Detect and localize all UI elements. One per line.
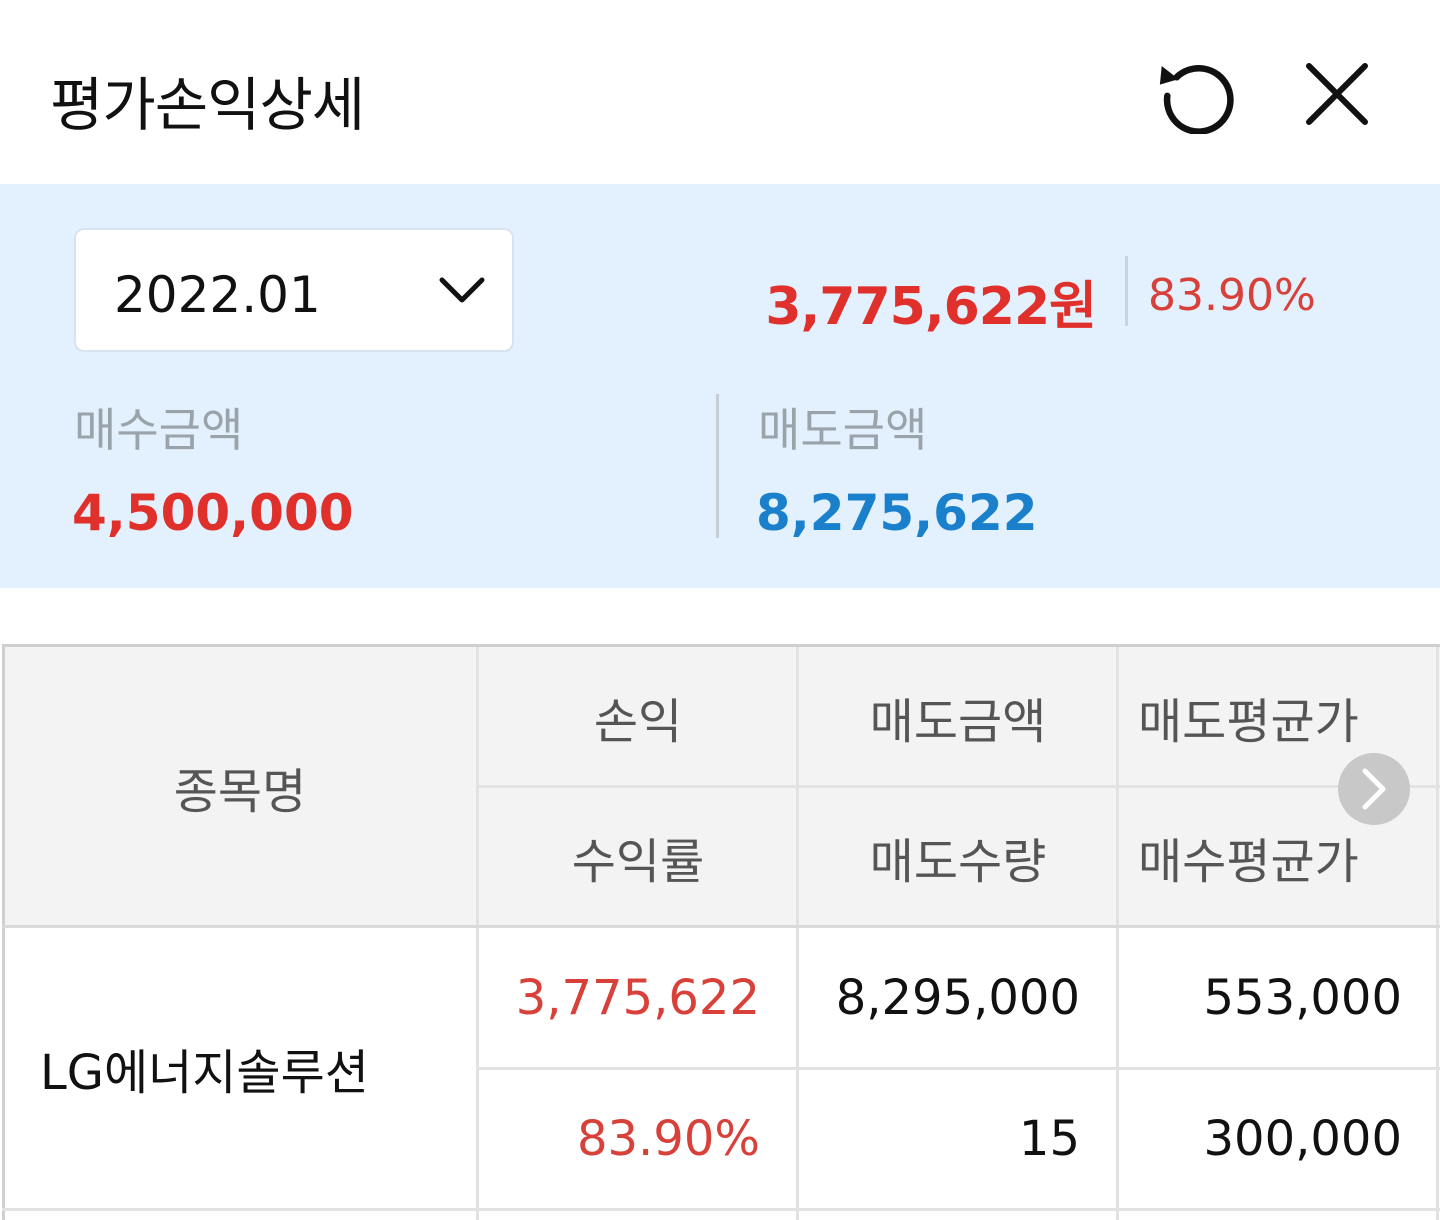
grid-line	[1116, 647, 1119, 1220]
grid-line	[478, 785, 1440, 788]
col-header-name: 종목명	[2, 647, 478, 927]
divider	[716, 394, 719, 538]
sell-amount-value: 8,275,622	[756, 484, 1038, 542]
grid-line	[2, 925, 1440, 928]
row-profit: 3,775,622	[515, 969, 760, 1026]
buy-amount-label: 매수금액	[74, 403, 244, 457]
header-bar: 평가손익상세	[0, 0, 1440, 184]
buy-amount-value: 4,500,000	[72, 484, 354, 542]
chevron-down-icon	[439, 277, 485, 303]
sell-amount-label: 매도금액	[758, 403, 928, 457]
chevron-right-icon	[1362, 768, 1386, 810]
grid-line	[476, 647, 479, 1220]
total-rate: 83.90%	[1148, 270, 1316, 321]
grid-line	[2, 1208, 1440, 1211]
total-profit: 3,775,622원	[765, 277, 1097, 337]
month-select[interactable]: 2022.01	[74, 228, 514, 352]
row-rate: 83.90%	[576, 1110, 760, 1167]
refresh-button[interactable]	[1158, 56, 1240, 134]
profit-table: 종목명 손익 매도금액 매도평균가 수익률 매도수량 매수평균가 LG에너지솔루…	[2, 644, 1440, 1220]
col-header-sell-amount: 매도금액	[798, 647, 1118, 787]
col-header-sell-qty: 매도수량	[798, 787, 1118, 927]
grid-line	[796, 647, 799, 1220]
grid-line	[1436, 647, 1439, 1220]
row-buy-avg-price: 300,000	[1203, 1110, 1403, 1167]
summary-panel: 2022.01 3,775,622원 83.90% 매수금액 4,500,000…	[0, 184, 1440, 588]
row-sell-amount: 8,295,000	[835, 969, 1080, 1026]
month-value: 2022.01	[114, 266, 321, 324]
grid-line	[2, 647, 5, 1220]
refresh-icon	[1159, 65, 1234, 134]
row-sell-qty: 15	[1018, 1110, 1080, 1167]
col-header-profit: 손익	[478, 647, 798, 787]
scroll-right-button[interactable]	[1338, 753, 1410, 825]
row-sell-avg-price: 553,000	[1203, 969, 1403, 1026]
divider	[1125, 256, 1128, 326]
close-icon	[1306, 63, 1368, 125]
stock-name[interactable]: LG에너지솔루션	[2, 927, 478, 1209]
page-title: 평가손익상세	[50, 71, 365, 139]
col-header-rate: 수익률	[478, 787, 798, 927]
close-button[interactable]	[1296, 56, 1378, 132]
grid-line	[478, 1067, 1440, 1070]
